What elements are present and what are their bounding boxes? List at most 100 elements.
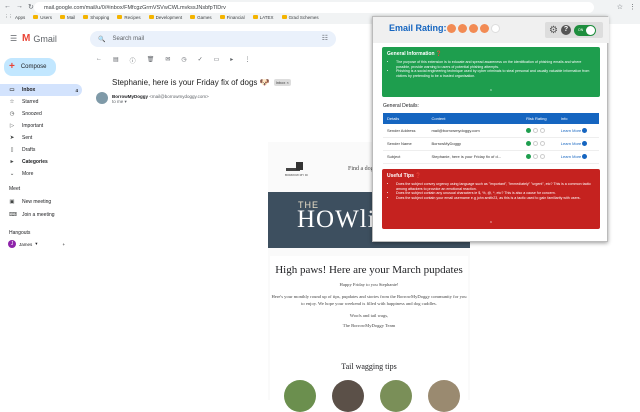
sidebar-item-starred[interactable]: ☆ Starred xyxy=(0,96,82,108)
reload-icon[interactable]: ↻ xyxy=(28,3,34,11)
back-icon[interactable]: ← xyxy=(4,3,11,11)
hangouts-user[interactable]: J James ▾ + xyxy=(8,240,65,248)
sidebar-item-drafts[interactable]: ▯ Drafts xyxy=(0,144,82,156)
new-meeting-item[interactable]: ▣ New meeting xyxy=(0,196,82,208)
sidebar-item-snoozed[interactable]: ◷ Snoozed xyxy=(0,108,82,120)
bookmark-item[interactable]: Shopping xyxy=(83,15,109,20)
chevron-up-icon[interactable]: ⌃ xyxy=(382,221,600,227)
snooze-icon[interactable]: ◷ xyxy=(181,56,186,65)
bookmark-item[interactable]: Development xyxy=(148,15,182,20)
bookmark-item[interactable]: Mail xyxy=(60,15,75,20)
popup-header: Email Rating: ⚙ ? ON xyxy=(373,17,609,43)
bookmark-item[interactable]: LATEX xyxy=(252,15,274,20)
more-icon[interactable]: ⋮ xyxy=(244,56,250,65)
mark-unread-icon[interactable]: ✉ xyxy=(165,56,170,65)
sidebar-item-sent[interactable]: ➤ Sent xyxy=(0,132,82,144)
column-header: Risk Rating xyxy=(522,113,557,124)
plus-icon[interactable]: + xyxy=(63,242,66,247)
find-dog-link[interactable]: Find a dog xyxy=(348,166,374,172)
tip-image[interactable] xyxy=(428,380,460,412)
report-icon[interactable]: ⓘ xyxy=(130,56,136,65)
risk-dot xyxy=(533,141,539,147)
inbox-icon: ▭ xyxy=(9,87,15,93)
chevron-up-icon[interactable]: ⌃ xyxy=(382,89,600,95)
compose-button[interactable]: + Compose xyxy=(4,58,56,76)
inbox-tag[interactable]: Inbox × xyxy=(273,79,291,86)
details-table: Details Content Risk Rating Info Sender … xyxy=(383,113,599,164)
hangouts-title: Hangouts xyxy=(9,230,31,236)
tag-icon: ▸ xyxy=(10,159,14,165)
risk-rating xyxy=(522,137,557,151)
sidebar-item-more[interactable]: ⌄ More xyxy=(0,168,82,180)
gear-icon[interactable]: ⚙ xyxy=(549,25,558,36)
table-row: Subject Stephanie, here is your Friday f… xyxy=(383,150,599,164)
unread-count: 4 xyxy=(75,87,78,93)
forward-icon[interactable]: → xyxy=(16,3,23,11)
extension-toggle[interactable]: ON xyxy=(573,24,596,36)
risk-dot xyxy=(533,154,539,160)
bookmark-item[interactable]: Users xyxy=(33,15,52,20)
tip-image[interactable] xyxy=(332,380,364,412)
tune-icon[interactable]: ☷ xyxy=(322,34,328,42)
risk-dot xyxy=(526,127,532,133)
search-input[interactable]: 🔍 Search mail ☷ xyxy=(90,31,336,47)
add-task-icon[interactable]: ✓ xyxy=(198,56,203,65)
borrowmydoggy-logo: BORROW MY DOGGY xyxy=(285,162,308,177)
chevron-down-icon: ⌄ xyxy=(9,171,15,177)
rating-dot xyxy=(458,24,467,33)
bookmark-item[interactable]: Grad Schemes xyxy=(281,15,319,20)
nav-buttons: ← → ↻ xyxy=(4,3,34,11)
tip-image[interactable] xyxy=(284,380,316,412)
gmail-logo[interactable]: M Gmail xyxy=(22,33,57,44)
column-header: Info xyxy=(556,113,599,124)
folder-icon xyxy=(190,15,196,19)
folder-icon xyxy=(117,15,123,19)
info-icon xyxy=(582,141,588,147)
learn-more-link[interactable]: Learn More xyxy=(556,150,599,164)
table-header-row: Details Content Risk Rating Info xyxy=(383,113,599,124)
column-header: Details xyxy=(383,113,428,124)
bookmark-item[interactable]: Financial xyxy=(219,15,245,20)
bookmark-item[interactable]: ⋮⋮ Apps xyxy=(4,14,25,20)
learn-more-link[interactable]: Learn More xyxy=(556,137,599,151)
info-item: Phishing is a social engineering techniq… xyxy=(396,69,594,78)
info-icon xyxy=(582,127,588,133)
rating-dot xyxy=(469,24,478,33)
risk-rating xyxy=(522,150,557,164)
bookmark-item[interactable]: Recipes xyxy=(117,15,141,20)
info-icon xyxy=(582,154,588,160)
intro-paragraph: Here's your monthly round up of tips, pu… xyxy=(271,294,467,306)
sidebar-item-categories[interactable]: ▸ Categories xyxy=(0,156,82,168)
archive-icon[interactable]: ▤ xyxy=(113,56,119,65)
folder-icon xyxy=(60,15,66,19)
help-icon[interactable]: ? xyxy=(560,25,571,35)
back-arrow-icon[interactable]: ← xyxy=(96,56,102,65)
search-icon[interactable]: 🔍 xyxy=(98,36,105,43)
move-icon[interactable]: ▭ xyxy=(214,56,220,65)
folder-icon xyxy=(83,15,89,19)
risk-dot xyxy=(526,154,532,160)
label-icon[interactable]: ▸ xyxy=(230,56,233,65)
join-meeting-item[interactable]: ⌨ Join a meeting xyxy=(0,209,82,221)
risk-dot xyxy=(526,141,532,147)
tip-image[interactable] xyxy=(380,380,412,412)
star-icon[interactable]: ☆ xyxy=(617,3,623,11)
svg-text:BORROW MY DOGGY: BORROW MY DOGGY xyxy=(285,173,308,177)
hamburger-icon[interactable]: ☰ xyxy=(10,34,17,43)
toggle-knob xyxy=(585,25,595,35)
tips-list: Does the subject convey urgency using la… xyxy=(382,179,600,200)
learn-more-link[interactable]: Learn More xyxy=(556,124,599,138)
rating-dot xyxy=(491,24,500,33)
risk-rating xyxy=(522,124,557,138)
sidebar-item-inbox[interactable]: ▭ Inbox 4 xyxy=(0,84,82,96)
rating-dots xyxy=(447,24,500,33)
email-rating-label: Email Rating: xyxy=(389,23,447,33)
menu-icon[interactable]: ⋮ xyxy=(629,3,636,11)
avatar: J xyxy=(8,240,16,248)
bookmark-item[interactable]: Games xyxy=(190,15,212,20)
url-bar[interactable]: mail.google.com/mail/u/0/#inbox/FMfcgzGr… xyxy=(34,2,594,13)
tip-item: Does the subject contain your email user… xyxy=(396,196,594,201)
info-list: The purpose of this extension is to educ… xyxy=(382,57,600,78)
delete-icon[interactable]: 🗑 xyxy=(147,56,155,65)
sidebar-item-important[interactable]: ▷ Important xyxy=(0,120,82,132)
